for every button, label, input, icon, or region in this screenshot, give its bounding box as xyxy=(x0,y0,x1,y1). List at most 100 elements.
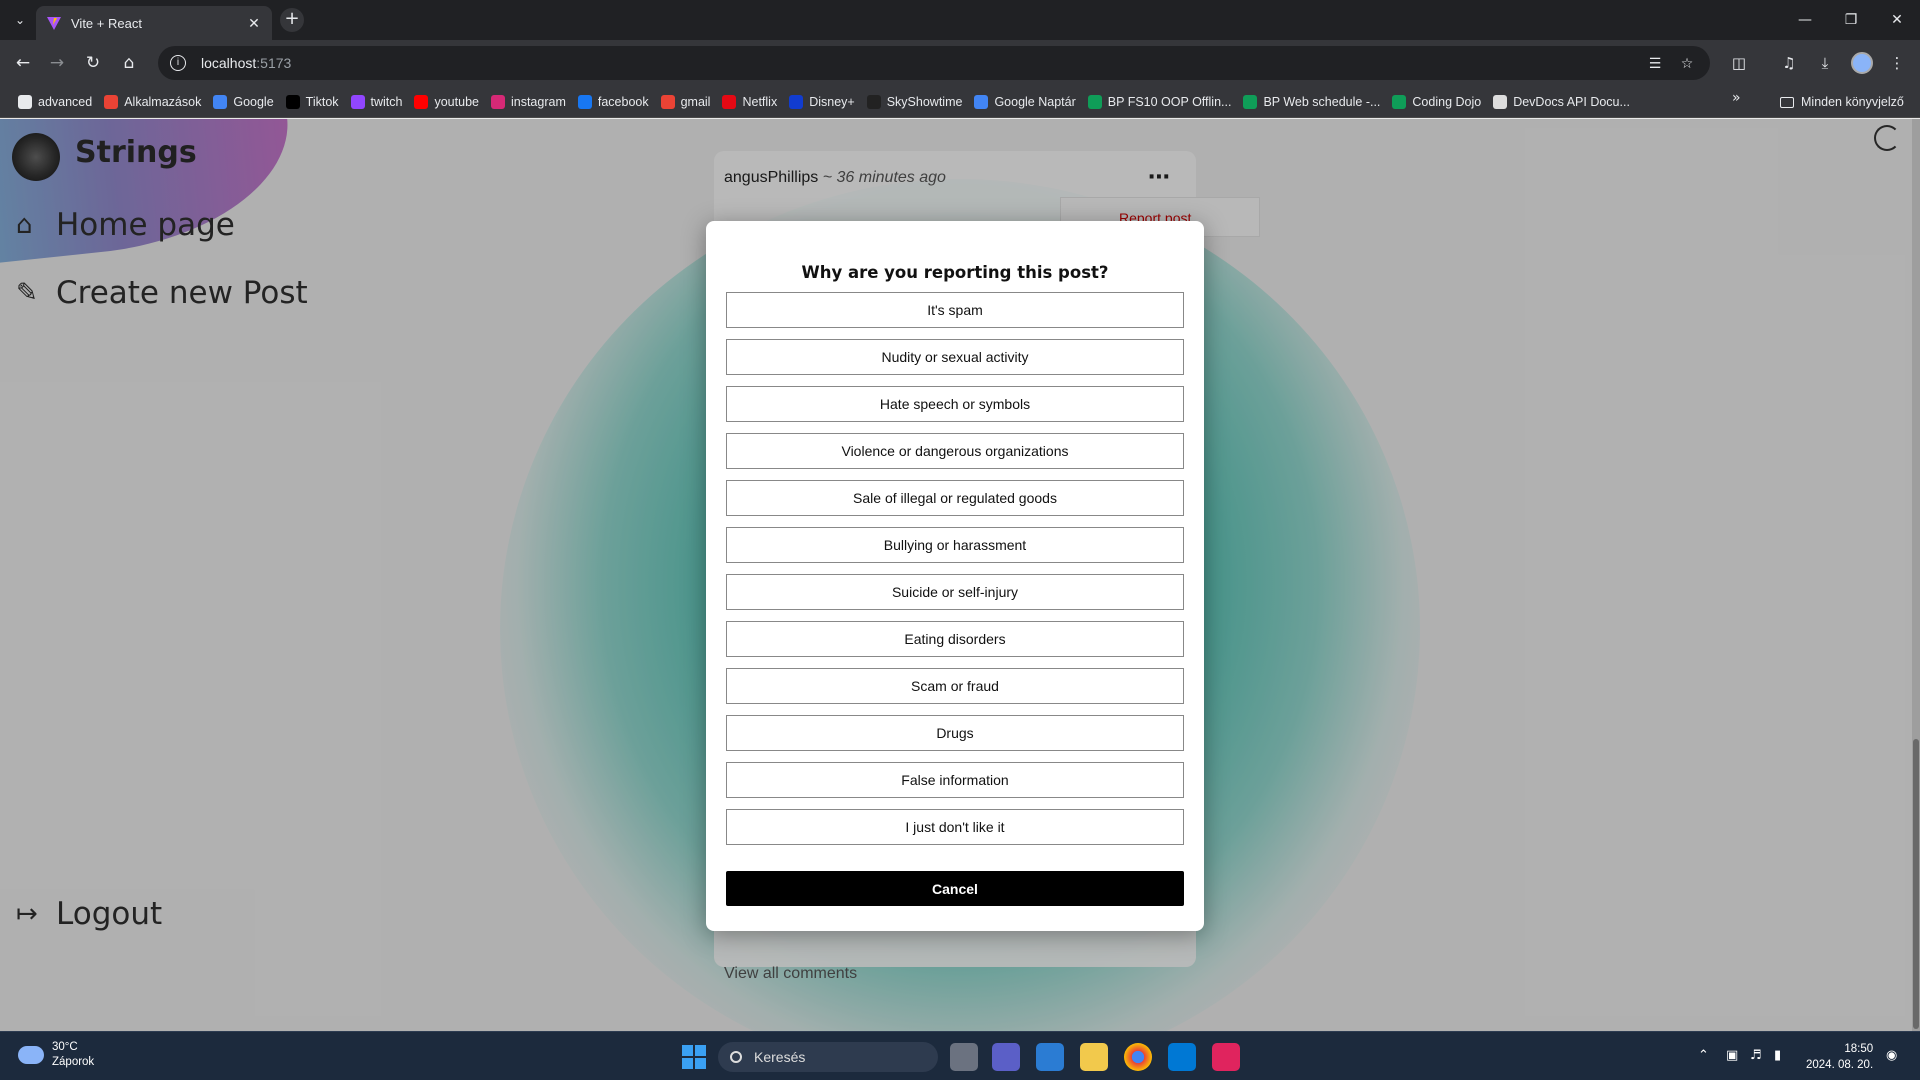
notification-bell-icon[interactable]: ◉ xyxy=(1886,1048,1897,1063)
bookmark-item[interactable]: youtube xyxy=(408,90,484,114)
tab-close-icon[interactable]: ✕ xyxy=(246,15,262,31)
page-viewport: Strings ⌂ Home page ✎ Create new Post ↦ … xyxy=(0,119,1920,1031)
battery-icon[interactable]: ▮ xyxy=(1774,1048,1781,1063)
bookmark-item[interactable]: gmail xyxy=(655,90,717,114)
bookmark-item[interactable]: Alkalmazások xyxy=(98,90,207,114)
sheets-icon xyxy=(1243,94,1258,109)
bookmark-item[interactable]: SkyShowtime xyxy=(861,90,969,114)
file-explorer-icon[interactable] xyxy=(1080,1043,1108,1071)
clock-date: 2024. 08. 20. xyxy=(1806,1059,1874,1071)
taskbar-search[interactable]: Keresés xyxy=(718,1042,938,1072)
store-icon[interactable] xyxy=(1036,1043,1064,1071)
netflix-icon xyxy=(722,94,737,109)
calendar-icon xyxy=(974,94,989,109)
new-tab-button[interactable]: + xyxy=(280,8,304,32)
translate-icon[interactable]: ☰ xyxy=(1646,55,1664,73)
restore-icon[interactable]: ❐ xyxy=(1828,0,1874,40)
report-reason-button[interactable]: Eating disorders xyxy=(726,621,1184,657)
download-icon[interactable]: ⤓ xyxy=(1814,52,1836,74)
weather-temperature: 30°C xyxy=(52,1041,78,1053)
task-view-icon[interactable] xyxy=(950,1043,978,1071)
report-reason-button[interactable]: Nudity or sexual activity xyxy=(726,339,1184,375)
bookmark-item[interactable]: Disney+ xyxy=(783,90,861,114)
bookmark-label: BP Web schedule -... xyxy=(1263,94,1381,109)
bookmark-item[interactable]: facebook xyxy=(572,90,655,114)
chrome-icon[interactable] xyxy=(1124,1043,1152,1071)
bookmark-star-icon[interactable]: ☆ xyxy=(1678,55,1696,73)
bookmark-label: DevDocs API Docu... xyxy=(1513,94,1630,109)
instagram-icon xyxy=(490,94,505,109)
bookmark-label: Coding Dojo xyxy=(1412,94,1482,109)
cancel-button[interactable]: Cancel xyxy=(726,871,1184,906)
all-bookmarks-folder[interactable]: Minden könyvjelző xyxy=(1780,86,1904,118)
network-icon[interactable]: ▣ xyxy=(1726,1048,1738,1063)
forward-arrow-icon[interactable]: → xyxy=(44,50,70,76)
tab-list-chevron-icon[interactable]: ⌄ xyxy=(8,8,32,32)
sheets-icon xyxy=(1087,94,1102,109)
media-control-icon[interactable]: ♫ xyxy=(1778,52,1800,74)
bookmark-item[interactable]: Netflix xyxy=(716,90,783,114)
report-reason-button[interactable]: Drugs xyxy=(726,715,1184,751)
devdocs-icon xyxy=(1493,94,1508,109)
bookmark-item[interactable]: instagram xyxy=(485,90,572,114)
twitch-icon xyxy=(350,94,365,109)
teams-icon[interactable] xyxy=(992,1043,1020,1071)
address-bar[interactable]: i localhost:5173 ☰ ☆ xyxy=(158,46,1710,80)
clock[interactable]: 18:50 2024. 08. 20. xyxy=(1806,1041,1873,1073)
skyshowtime-icon xyxy=(866,94,881,109)
folder-icon xyxy=(1780,96,1794,108)
report-reason-button[interactable]: Scam or fraud xyxy=(726,668,1184,704)
close-window-icon[interactable]: ✕ xyxy=(1874,0,1920,40)
home-icon[interactable]: ⌂ xyxy=(116,50,142,76)
bookmark-label: Google xyxy=(233,94,274,109)
sheets-icon xyxy=(1392,94,1407,109)
youtube-icon xyxy=(414,94,429,109)
intellij-icon[interactable] xyxy=(1212,1043,1240,1071)
menu-kebab-icon[interactable]: ⋮ xyxy=(1886,52,1908,74)
report-reason-button[interactable]: False information xyxy=(726,762,1184,798)
bookmark-item[interactable]: Google Naptár xyxy=(968,90,1081,114)
bookmark-label: Alkalmazások xyxy=(124,94,202,109)
bookmark-item[interactable]: BP Web schedule -... xyxy=(1237,90,1386,114)
vite-favicon-icon xyxy=(47,17,61,30)
reload-icon[interactable]: ↻ xyxy=(80,50,106,76)
bookmark-label: advanced xyxy=(38,94,93,109)
disney-icon xyxy=(789,94,804,109)
site-info-icon[interactable]: i xyxy=(170,55,186,71)
browser-toolbar: ← → ↻ ⌂ i localhost:5173 ☰ ☆ ◫ ♫ ⤓ ⋮ xyxy=(0,40,1920,86)
bookmark-item[interactable]: Coding Dojo xyxy=(1386,90,1487,114)
report-reason-button[interactable]: Sale of illegal or regulated goods xyxy=(726,480,1184,516)
bookmark-item[interactable]: DevDocs API Docu... xyxy=(1487,90,1636,114)
bookmark-item[interactable]: advanced xyxy=(12,90,98,114)
report-reason-button[interactable]: Bullying or harassment xyxy=(726,527,1184,563)
tray-chevron-icon[interactable]: ⌃ xyxy=(1698,1048,1709,1063)
vscode-icon[interactable] xyxy=(1168,1043,1196,1071)
start-windows-icon[interactable] xyxy=(682,1045,706,1069)
report-reason-button[interactable]: It's spam xyxy=(726,292,1184,328)
tiktok-icon xyxy=(285,94,300,109)
more-bookmarks-icon[interactable]: » xyxy=(1732,90,1741,106)
tab-title: Vite + React xyxy=(71,15,142,31)
bookmark-label: twitch xyxy=(370,94,403,109)
report-reason-button[interactable]: Violence or dangerous organizations xyxy=(726,433,1184,469)
volume-icon[interactable]: ♬ xyxy=(1750,1048,1762,1063)
bookmarks-bar: advanced Alkalmazások Google Tiktok twitch yo… xyxy=(0,86,1920,118)
weather-condition: Záporok xyxy=(52,1056,95,1068)
bookmark-item[interactable]: Google xyxy=(207,90,279,114)
weather-widget[interactable]: 30°C Záporok xyxy=(18,1040,94,1070)
bookmark-label: instagram xyxy=(510,94,566,109)
bookmark-item[interactable]: BP FS10 OOP Offlin... xyxy=(1082,90,1238,114)
search-icon xyxy=(730,1051,742,1063)
modal-title: Why are you reporting this post? xyxy=(801,263,1109,282)
extensions-icon[interactable]: ◫ xyxy=(1728,52,1750,74)
browser-tab-active[interactable]: Vite + React ✕ xyxy=(36,6,272,40)
back-arrow-icon[interactable]: ← xyxy=(10,50,36,76)
report-reason-button[interactable]: Hate speech or symbols xyxy=(726,386,1184,422)
profile-avatar[interactable] xyxy=(1851,52,1873,74)
report-reason-button[interactable]: Suicide or self-injury xyxy=(726,574,1184,610)
report-reason-button[interactable]: I just don't like it xyxy=(726,809,1184,845)
bookmark-item[interactable]: twitch xyxy=(345,90,409,114)
minimize-icon[interactable]: — xyxy=(1782,0,1828,40)
clock-time: 18:50 xyxy=(1844,1043,1874,1055)
bookmark-item[interactable]: Tiktok xyxy=(280,90,345,114)
